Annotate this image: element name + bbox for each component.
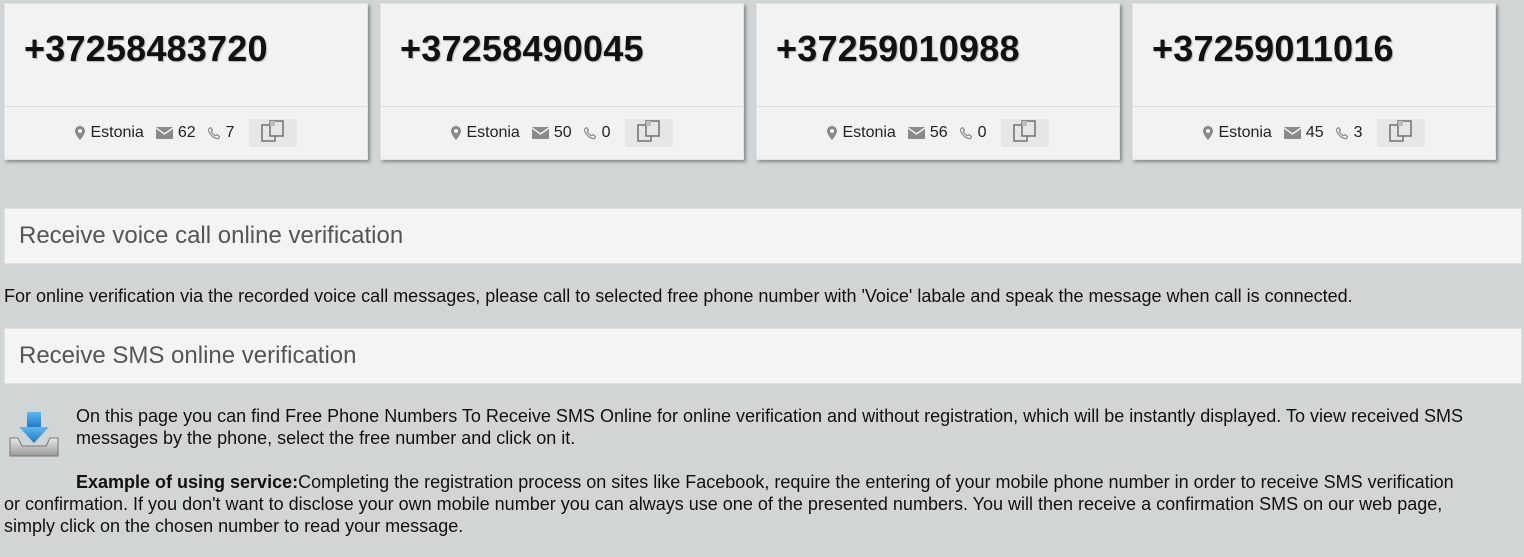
map-marker-icon [1203, 126, 1214, 140]
sms-count: 50 [553, 124, 572, 141]
example-line: simply click on the chosen number to rea… [4, 516, 464, 536]
card-divider [5, 106, 367, 107]
phone-icon [583, 126, 597, 140]
sms-count: 56 [929, 124, 948, 141]
sms-section-title: Receive SMS online verification [4, 328, 1522, 384]
sms-text-line: On this page you can find Free Phone Num… [76, 406, 1464, 426]
card-meta: Estonia 62 7 [5, 118, 367, 148]
card-meta: Estonia 50 0 [381, 118, 743, 148]
copy-button[interactable] [248, 119, 297, 148]
number-card[interactable]: +37258490045 Estonia 50 0 [380, 3, 744, 160]
envelope-icon [907, 127, 925, 139]
call-count: 3 [1353, 124, 1363, 141]
map-marker-icon [451, 126, 462, 140]
copy-icon [1388, 119, 1414, 148]
call-count: 7 [225, 124, 235, 141]
number-cards: +37258483720 Estonia 62 7 +37258490045 E… [4, 3, 1524, 163]
phone-icon [207, 126, 221, 140]
example-line: Example of using service:Completing the … [4, 471, 1522, 493]
map-marker-icon [75, 126, 86, 140]
example-text: Completing the registration process on s… [298, 472, 1454, 492]
download-tray-icon [8, 410, 60, 458]
call-count: 0 [601, 124, 611, 141]
sms-count: 62 [177, 124, 196, 141]
country-label: Estonia [1218, 124, 1272, 141]
map-marker-icon [827, 126, 838, 140]
card-divider [757, 106, 1119, 107]
phone-number[interactable]: +37258483720 [24, 28, 268, 70]
sms-text-line: messages by the phone, select the free n… [76, 428, 576, 448]
envelope-icon [531, 127, 549, 139]
copy-button[interactable] [624, 119, 673, 148]
voice-section-text: For online verification via the recorded… [4, 286, 1353, 306]
envelope-icon [155, 127, 173, 139]
number-card[interactable]: +37258483720 Estonia 62 7 [4, 3, 368, 160]
sms-section-text: On this page you can find Free Phone Num… [76, 405, 1522, 449]
number-card[interactable]: +37259011016 Estonia 45 3 [1132, 3, 1496, 160]
card-meta: Estonia 45 3 [1133, 118, 1495, 148]
call-count: 0 [977, 124, 987, 141]
example-label: Example of using service: [76, 472, 299, 492]
country-label: Estonia [90, 124, 144, 141]
example-paragraph: Example of using service:Completing the … [4, 471, 1522, 537]
voice-section-title: Receive voice call online verification [4, 208, 1522, 264]
card-divider [381, 106, 743, 107]
country-label: Estonia [842, 124, 896, 141]
phone-icon [1335, 126, 1349, 140]
phone-number[interactable]: +37258490045 [400, 28, 644, 70]
example-line: or confirmation. If you don't want to di… [4, 494, 1443, 514]
card-divider [1133, 106, 1495, 107]
copy-button[interactable] [1000, 119, 1049, 148]
phone-icon [959, 126, 973, 140]
card-meta: Estonia 56 0 [757, 118, 1119, 148]
phone-number[interactable]: +37259011016 [1152, 28, 1394, 70]
number-card[interactable]: +37259010988 Estonia 56 0 [756, 3, 1120, 160]
country-label: Estonia [466, 124, 520, 141]
copy-icon [636, 119, 662, 148]
envelope-icon [1283, 127, 1301, 139]
copy-icon [260, 119, 286, 148]
sms-count: 45 [1305, 124, 1324, 141]
copy-button[interactable] [1376, 119, 1425, 148]
copy-icon [1012, 119, 1038, 148]
phone-number[interactable]: +37259010988 [776, 28, 1020, 70]
